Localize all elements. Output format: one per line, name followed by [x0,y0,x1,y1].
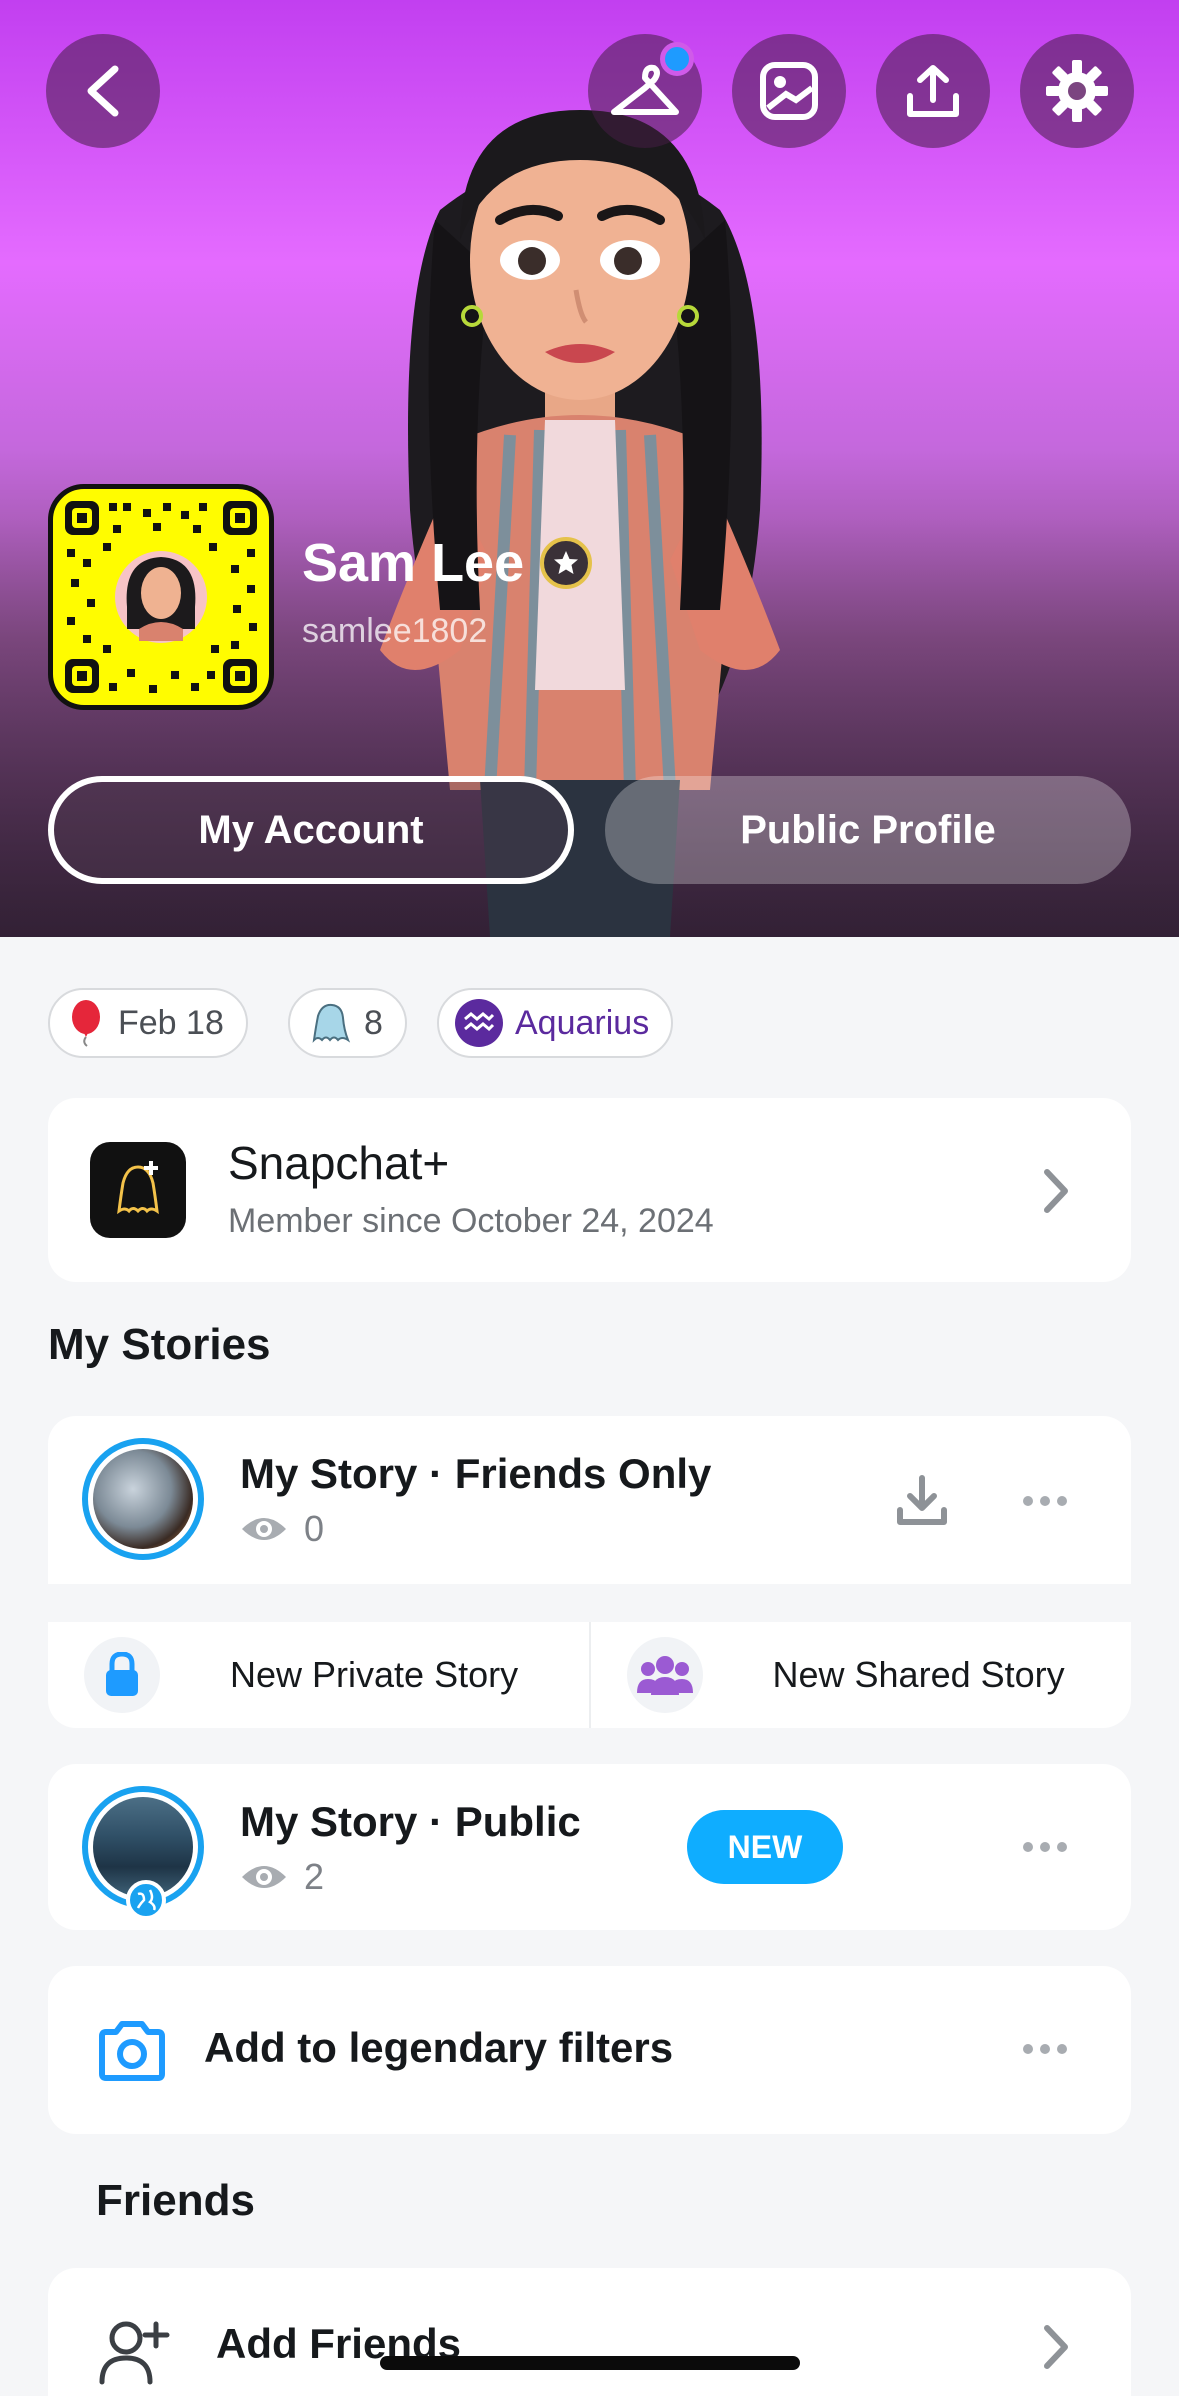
back-icon [87,65,119,117]
group-icon [626,1637,703,1713]
add-friends-card[interactable]: Add Friends [48,2268,1131,2396]
share-upload-icon [907,65,959,117]
friends-story-thumbnail[interactable] [82,1438,204,1560]
star-icon [554,551,579,574]
snapchat-plus-subtitle: Member since October 24, 2024 [228,1202,714,1240]
zodiac-label: Aquarius [515,1003,650,1042]
share-button[interactable] [876,34,990,148]
snapcode-pattern [65,501,257,693]
more-options-icon[interactable] [1023,1496,1067,1506]
friends-story-card[interactable]: My Story · Friends Only 0 [48,1416,1131,1584]
more-options-icon[interactable] [1023,1842,1067,1852]
camera-icon [99,2021,165,2081]
balloon-icon [66,999,106,1047]
back-button[interactable] [46,34,160,148]
new-shared-story-button[interactable]: New Shared Story [588,1622,1132,1728]
new-private-story-button[interactable]: New Private Story [48,1622,589,1728]
public-profile-button[interactable]: Public Profile [605,776,1131,884]
globe-icon [126,1880,166,1920]
my-stories-title: My Stories [48,1320,271,1369]
public-story-views: 2 [240,1856,324,1898]
new-story-row: New Private Story New Shared Story [48,1622,1131,1728]
legendary-filters-card[interactable]: Add to legendary filters [48,1966,1131,2134]
birthday-chip[interactable]: Feb 18 [48,988,248,1058]
friends-title: Friends [96,2176,255,2225]
birthday-label: Feb 18 [118,1003,224,1042]
snapchat-plus-card[interactable]: Snapchat+ Member since October 24, 2024 [48,1098,1131,1282]
name-row: Sam Lee [302,532,593,594]
lock-icon [84,1637,160,1713]
snapcode[interactable] [48,484,274,710]
gallery-icon [760,62,818,120]
eye-icon [242,1518,286,1540]
eye-icon [242,1866,286,1888]
zodiac-chip[interactable]: Aquarius [437,988,674,1058]
snapstar-badge[interactable] [540,537,593,589]
display-name: Sam Lee [302,533,525,593]
legendary-filters-label: Add to legendary filters [204,2024,674,2071]
chevron-right-icon [1044,2325,1068,2369]
chevron-right-icon [1044,1169,1068,1213]
snapchat-plus-title: Snapchat+ [228,1137,450,1189]
new-badge: NEW [687,1810,843,1884]
my-account-button[interactable]: My Account [48,776,574,884]
download-icon[interactable] [894,1472,950,1528]
friends-story-views: 0 [240,1508,324,1550]
friends-story-view-count: 0 [304,1508,325,1549]
public-story-title: My Story · Public [240,1798,581,1845]
public-story-card[interactable]: My Story · Public 2 [48,1764,1131,1930]
outfit-button[interactable] [588,34,702,148]
settings-button[interactable] [1020,34,1134,148]
friends-story-title: My Story · Friends Only [240,1450,712,1497]
add-friend-icon [99,2321,170,2385]
username: samlee1802 [302,612,488,650]
gallery-button[interactable] [732,34,846,148]
friends-count-chip[interactable]: 8 [288,988,407,1058]
home-indicator[interactable] [380,2356,800,2370]
settings-gear-icon [1046,60,1108,122]
aquarius-icon [455,999,503,1047]
new-shared-story-label: New Shared Story [772,1654,1065,1695]
profile-header: Sam Lee samlee1802 My Account Public Pro… [0,0,1179,937]
public-story-view-count: 2 [304,1856,325,1897]
friends-count-label: 8 [364,1003,383,1042]
snapchat-plus-ghost-icon [90,1142,186,1238]
ghost-friends-icon [306,1000,352,1046]
notification-dot [660,42,694,76]
new-private-story-label: New Private Story [230,1654,519,1695]
more-options-icon[interactable] [1023,2044,1067,2054]
